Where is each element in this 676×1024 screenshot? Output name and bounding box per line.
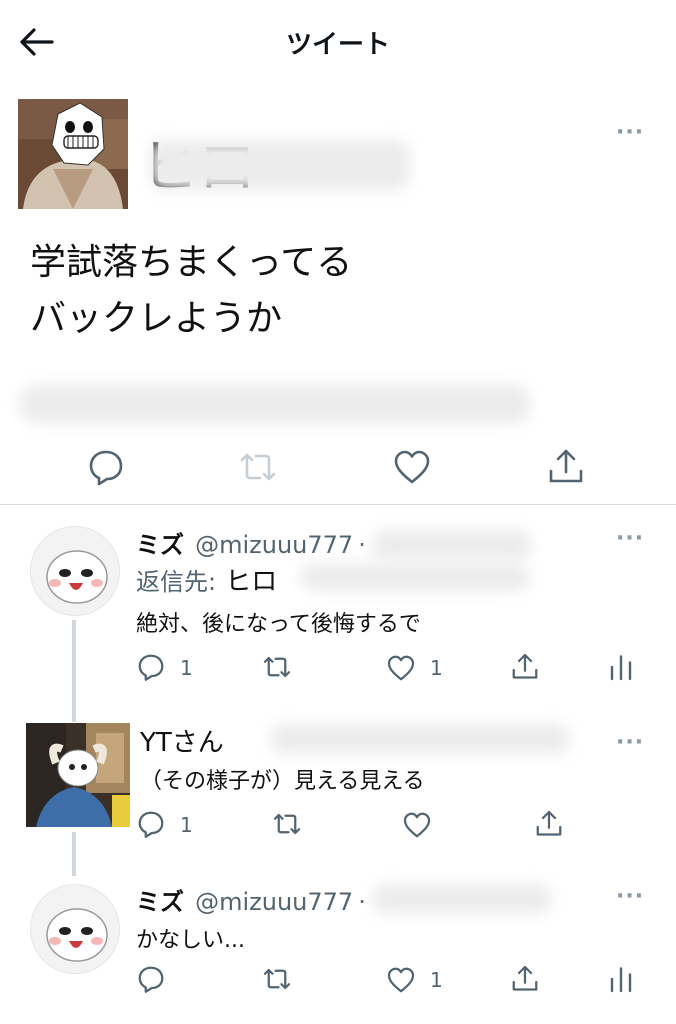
thread-line — [72, 620, 76, 722]
avatar[interactable] — [18, 99, 128, 209]
separator-dot: · — [358, 888, 366, 916]
avatar[interactable] — [30, 526, 120, 616]
tweet-text-line: 学試落ちまくってる — [30, 242, 353, 283]
display-name[interactable]: ミズ — [136, 888, 184, 916]
redacted-blur — [372, 884, 552, 914]
reply-icon[interactable] — [136, 652, 166, 682]
like-icon[interactable] — [392, 447, 432, 487]
divider — [0, 504, 676, 505]
share-icon[interactable] — [534, 809, 564, 839]
retweet-icon — [240, 453, 276, 481]
retweet-icon[interactable] — [272, 809, 302, 839]
avatar[interactable] — [30, 884, 120, 974]
thread-line — [72, 832, 76, 876]
analytics-icon[interactable] — [606, 964, 636, 994]
reply-header: ミズ @mizuuu777 · — [136, 525, 366, 560]
redacted-blur — [270, 724, 570, 754]
reply-header: ミズ @mizuuu777 · — [136, 882, 366, 917]
user-handle[interactable]: @mizuuu777 — [195, 531, 353, 559]
tweet-text: 学試落ちまくってる バックレようか — [30, 235, 352, 347]
display-name[interactable]: ミズ — [136, 531, 184, 559]
more-options-icon[interactable]: ··· — [616, 120, 644, 145]
redacted-blur — [300, 563, 530, 591]
like-icon[interactable] — [386, 653, 416, 683]
reply-to-name[interactable]: ヒロ — [225, 567, 277, 597]
separator-dot: · — [358, 531, 366, 559]
more-options-icon[interactable]: ··· — [616, 884, 644, 909]
reply-text: かなしい... — [136, 928, 245, 953]
redacted-timestamp-blur — [20, 385, 530, 423]
display-name[interactable]: YTさん — [140, 722, 224, 759]
reply-icon[interactable] — [136, 964, 166, 994]
reply-text: （その様子が）見える見える — [140, 769, 425, 794]
reply-to-line: 返信先: ヒロ — [136, 561, 277, 598]
analytics-icon[interactable] — [606, 652, 636, 682]
redacted-blur — [372, 530, 532, 560]
more-options-icon[interactable]: ··· — [616, 526, 644, 551]
reply-icon[interactable] — [136, 809, 166, 839]
reply-to-label: 返信先: — [136, 568, 217, 596]
user-handle[interactable]: @mizuuu777 — [195, 888, 353, 916]
avatar[interactable] — [26, 723, 130, 827]
reply-count: 1 — [180, 813, 193, 837]
share-icon[interactable] — [510, 964, 540, 994]
like-icon[interactable] — [402, 810, 432, 840]
like-icon[interactable] — [386, 965, 416, 995]
retweet-icon[interactable] — [262, 652, 292, 682]
reply-text: 絶対、後になって後悔するで — [136, 612, 421, 637]
tweet-text-line: バックレようか — [30, 298, 283, 339]
more-options-icon[interactable]: ··· — [616, 730, 644, 755]
page-title: ツイート — [285, 30, 390, 60]
like-count: 1 — [430, 968, 443, 992]
share-icon[interactable] — [546, 447, 586, 487]
share-icon[interactable] — [510, 652, 540, 682]
redacted-blur — [150, 140, 410, 190]
reply-icon[interactable] — [86, 447, 126, 487]
retweet-icon[interactable] — [262, 964, 292, 994]
like-count: 1 — [430, 656, 443, 680]
reply-count: 1 — [180, 656, 193, 680]
